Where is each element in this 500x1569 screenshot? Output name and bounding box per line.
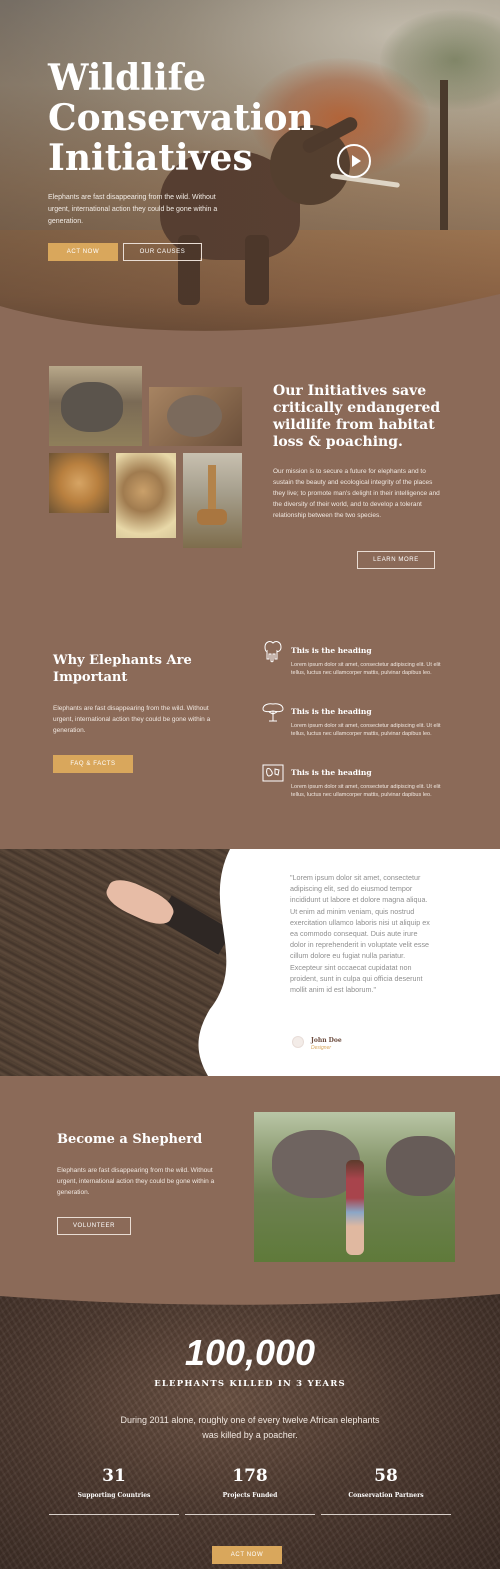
elephant-photo	[149, 387, 242, 446]
hero-text: Elephants are fast disappearing from the…	[48, 194, 218, 225]
our-causes-button[interactable]: OUR CAUSES	[123, 243, 202, 261]
giraffe-photo	[183, 453, 242, 548]
testimonial-quote: "Lorem ipsum dolor sit amet, consectetur…	[290, 873, 430, 995]
tree-icon	[262, 703, 284, 722]
act-now-button[interactable]: ACT NOW	[48, 243, 118, 261]
feature-body-2: Lorem ipsum dolor sit amet, consectetur …	[291, 723, 441, 737]
stat-countries-label: Supporting Countries	[77, 1492, 151, 1499]
stats-curve-divider	[0, 1290, 500, 1305]
initiatives-text: Our mission is to secure a future for el…	[273, 468, 440, 519]
hero-curve-divider	[0, 294, 500, 350]
cheetah-photo	[49, 453, 109, 513]
play-video-button[interactable]	[337, 144, 371, 178]
play-icon	[352, 155, 361, 167]
feature-heading-3: This is the heading	[291, 768, 372, 777]
faq-facts-button[interactable]: FAQ & FACTS	[53, 755, 133, 773]
stat-divider	[185, 1514, 315, 1515]
stat-divider	[321, 1514, 451, 1515]
feature-body-3: Lorem ipsum dolor sit amet, consectetur …	[291, 784, 441, 798]
stat-partners-label: Conservation Partners	[348, 1492, 424, 1499]
hero-title: Wildlife Conservation Initiatives	[48, 57, 314, 179]
initiatives-title: Our Initiatives save critically endanger…	[273, 383, 441, 450]
big-stat-text: During 2011 alone, roughly one of every …	[120, 1415, 380, 1440]
rhino-photo	[49, 366, 142, 446]
shepherd-photo	[254, 1112, 455, 1262]
stat-projects-value: 178	[232, 1466, 268, 1486]
stat-countries-value: 31	[102, 1466, 126, 1486]
testimonial-role: Designer	[311, 1045, 332, 1051]
avatar	[292, 1036, 304, 1048]
testimonial-name: John Doe	[311, 1037, 342, 1044]
big-stat-number: 100,000	[184, 1332, 316, 1373]
feature-heading-1: This is the heading	[291, 646, 372, 655]
volunteer-button[interactable]: VOLUNTEER	[57, 1217, 131, 1235]
shepherd-text: Elephants are fast disappearing from the…	[57, 1167, 215, 1196]
testimonial-curve-divider	[198, 849, 250, 1076]
stat-divider	[49, 1514, 179, 1515]
feature-heading-2: This is the heading	[291, 707, 372, 716]
feature-body-1: Lorem ipsum dolor sit amet, consectetur …	[291, 662, 441, 676]
stat-projects-label: Projects Funded	[222, 1492, 278, 1499]
map-icon	[262, 764, 284, 782]
big-stat-label: ELEPHANTS KILLED IN 3 YEARS	[154, 1379, 346, 1389]
shepherd-title: Become a Shepherd	[57, 1132, 203, 1147]
stat-partners-value: 58	[374, 1466, 398, 1486]
why-text: Elephants are fast disappearing from the…	[53, 705, 211, 734]
why-title: Why Elephants Are Important	[53, 653, 192, 685]
lion-cub-photo	[116, 453, 176, 538]
elephant-icon	[264, 641, 282, 663]
act-now-bottom-button[interactable]: ACT NOW	[212, 1546, 282, 1564]
learn-more-button[interactable]: LEARN MORE	[357, 551, 435, 569]
